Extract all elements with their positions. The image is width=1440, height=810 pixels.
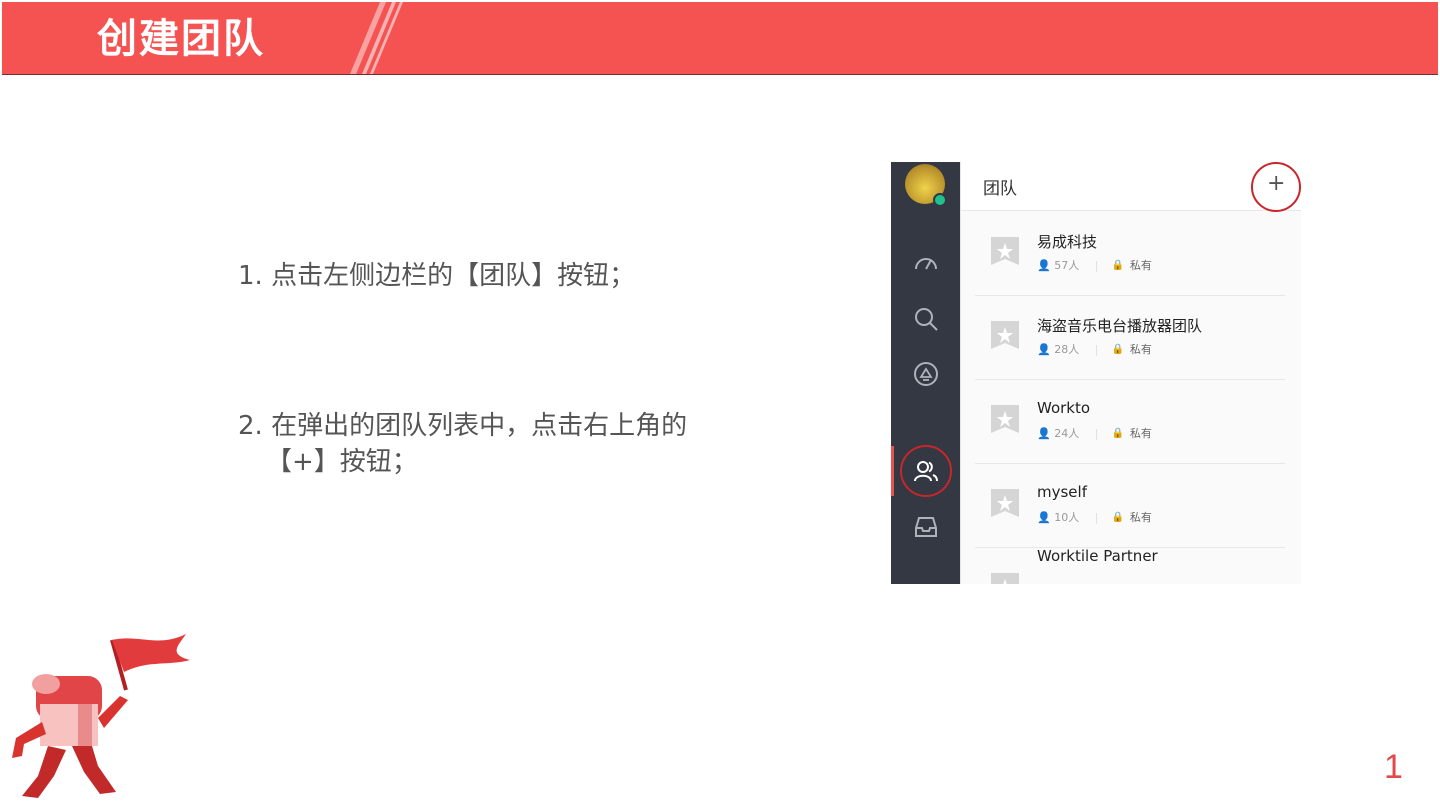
member-icon: 👤 [1037, 258, 1051, 272]
mascot-illustration [12, 634, 190, 798]
banner-stripes-decoration [350, 2, 403, 74]
member-icon: 👤 [1037, 342, 1051, 356]
team-name: 海盗音乐电台播放器团队 [1037, 317, 1203, 335]
member-icon: 👤 [1037, 426, 1051, 440]
team-row[interactable]: 海盗音乐电台播放器团队 👤 28人 | 🔒 私有 [975, 295, 1285, 380]
team-meta: 👤 28人 | 🔒 私有 [1037, 341, 1152, 357]
member-count: 10人 [1054, 511, 1080, 524]
step-1-text: 1. 点击左侧边栏的【团队】按钮； [238, 261, 636, 291]
member-count: 57人 [1054, 259, 1080, 272]
slide-title: 创建团队 [97, 16, 265, 62]
lock-icon: 🔒 [1111, 259, 1125, 271]
app-screenshot: 团队 + 易成科技 👤 57人 | 🔒 私有 海盗音乐电台播放器团队 👤 28人… [891, 162, 1301, 584]
inbox-icon[interactable] [913, 514, 939, 540]
privacy-label: 私有 [1129, 427, 1152, 440]
active-item-indicator [891, 446, 894, 496]
team-name: Worktile Partner [1037, 547, 1158, 565]
left-sidebar [891, 162, 960, 584]
notification-icon[interactable] [913, 361, 939, 387]
lock-icon: 🔒 [1111, 427, 1125, 439]
online-status-dot [933, 193, 947, 207]
team-row[interactable]: Worktile Partner [975, 547, 1285, 584]
team-meta: 👤 24人 | 🔒 私有 [1037, 425, 1152, 441]
team-panel-header: 团队 + [961, 162, 1301, 212]
meta-divider: | [1094, 342, 1099, 356]
team-row[interactable]: Workto 👤 24人 | 🔒 私有 [975, 379, 1285, 464]
team-icon-highlight-circle [900, 445, 952, 497]
star-badge-icon [991, 237, 1019, 265]
page-number: 1 [1384, 748, 1403, 786]
member-icon: 👤 [1037, 510, 1051, 524]
privacy-label: 私有 [1129, 259, 1152, 272]
team-row[interactable]: myself 👤 10人 | 🔒 私有 [975, 463, 1285, 548]
dashboard-icon[interactable] [913, 250, 939, 276]
star-badge-icon [991, 573, 1019, 584]
star-badge-icon [991, 489, 1019, 517]
privacy-label: 私有 [1129, 343, 1152, 356]
team-name: myself [1037, 483, 1087, 501]
star-badge-icon [991, 321, 1019, 349]
add-button-highlight-circle [1251, 162, 1301, 212]
panel-title: 团队 [983, 179, 1017, 199]
meta-divider: | [1094, 426, 1099, 440]
lock-icon: 🔒 [1111, 343, 1125, 355]
title-banner: 创建团队 [2, 2, 1438, 75]
team-name: 易成科技 [1037, 233, 1098, 251]
team-meta: 👤 10人 | 🔒 私有 [1037, 509, 1152, 525]
meta-divider: | [1094, 510, 1099, 524]
step-2-text: 2. 在弹出的团队列表中，点击右上角的 [238, 411, 688, 441]
team-name: Workto [1037, 399, 1091, 417]
search-icon[interactable] [913, 306, 939, 332]
team-panel: 团队 + 易成科技 👤 57人 | 🔒 私有 海盗音乐电台播放器团队 👤 28人… [960, 162, 1301, 584]
team-meta: 👤 57人 | 🔒 私有 [1037, 257, 1152, 273]
privacy-label: 私有 [1129, 511, 1152, 524]
meta-divider: | [1094, 258, 1099, 272]
step-2-text-continued: 【+】按钮； [266, 447, 418, 477]
team-row[interactable]: 易成科技 👤 57人 | 🔒 私有 [975, 211, 1285, 296]
member-count: 24人 [1054, 427, 1080, 440]
lock-icon: 🔒 [1111, 511, 1125, 523]
member-count: 28人 [1054, 343, 1080, 356]
star-badge-icon [991, 405, 1019, 433]
